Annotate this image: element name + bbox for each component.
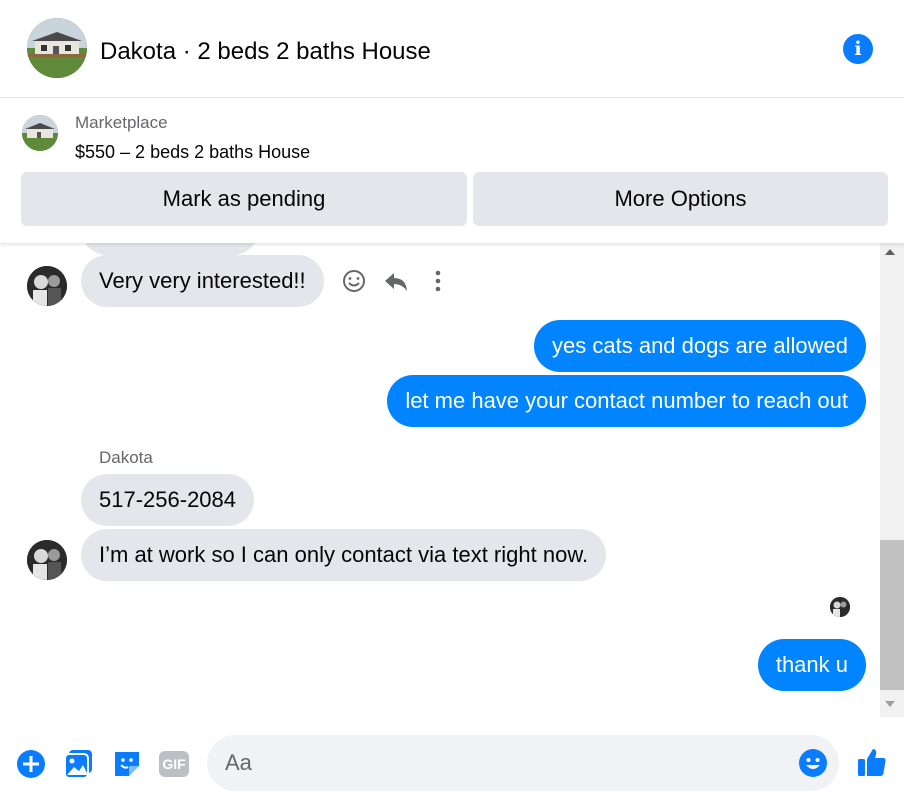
message-bubble-outgoing[interactable]: thank u	[757, 639, 866, 691]
conversation-header: Dakota · 2 beds 2 baths House i	[0, 0, 904, 98]
listing-title[interactable]: $550 – 2 beds 2 baths House	[75, 141, 310, 163]
message-bubble-incoming[interactable]: 517-256-2084	[81, 474, 255, 526]
reply-icon[interactable]	[381, 266, 411, 296]
message-bubble-outgoing[interactable]: let me have your contact number to reach…	[387, 375, 866, 427]
photo-icon[interactable]	[64, 749, 94, 784]
marketplace-label: Marketplace	[75, 113, 168, 132]
thread-scrollbar[interactable]	[880, 243, 904, 717]
emoji-icon[interactable]	[798, 748, 828, 783]
scroll-up-arrow-icon[interactable]	[885, 249, 895, 255]
plus-icon[interactable]	[16, 749, 46, 784]
sender-name: Dakota	[99, 448, 153, 467]
more-icon[interactable]	[423, 266, 453, 296]
message-input[interactable]	[207, 735, 839, 791]
scroll-down-arrow-icon[interactable]	[885, 701, 895, 707]
scroll-thumb[interactable]	[880, 540, 904, 690]
gif-icon[interactable]: GIF	[159, 751, 189, 777]
sticker-icon[interactable]	[112, 749, 142, 784]
listing-thumbnail[interactable]	[22, 115, 58, 151]
contact-avatar[interactable]	[27, 540, 67, 580]
message-bubble-partial	[81, 243, 259, 255]
message-bubble-outgoing[interactable]: yes cats and dogs are allowed	[534, 320, 866, 372]
more-options-button[interactable]: More Options	[473, 172, 888, 226]
marketplace-listing-card: Marketplace $550 – 2 beds 2 baths House …	[0, 98, 904, 243]
read-receipt-avatar	[830, 597, 850, 617]
info-icon[interactable]: i	[843, 34, 873, 64]
message-bubble-incoming[interactable]: Very very interested!!	[81, 255, 324, 307]
thumbs-up-icon[interactable]	[856, 746, 888, 783]
react-icon[interactable]	[339, 266, 369, 296]
contact-avatar[interactable]	[27, 266, 67, 306]
message-bubble-incoming[interactable]: I’m at work so I can only contact via te…	[81, 529, 607, 581]
conversation-title[interactable]: Dakota · 2 beds 2 baths House	[100, 37, 431, 67]
message-thread[interactable]: Very very interested!! yes cats and dogs…	[0, 243, 880, 717]
message-composer: GIF	[0, 717, 904, 799]
mark-as-pending-button[interactable]: Mark as pending	[21, 172, 467, 226]
house-photo-avatar[interactable]	[27, 18, 87, 78]
